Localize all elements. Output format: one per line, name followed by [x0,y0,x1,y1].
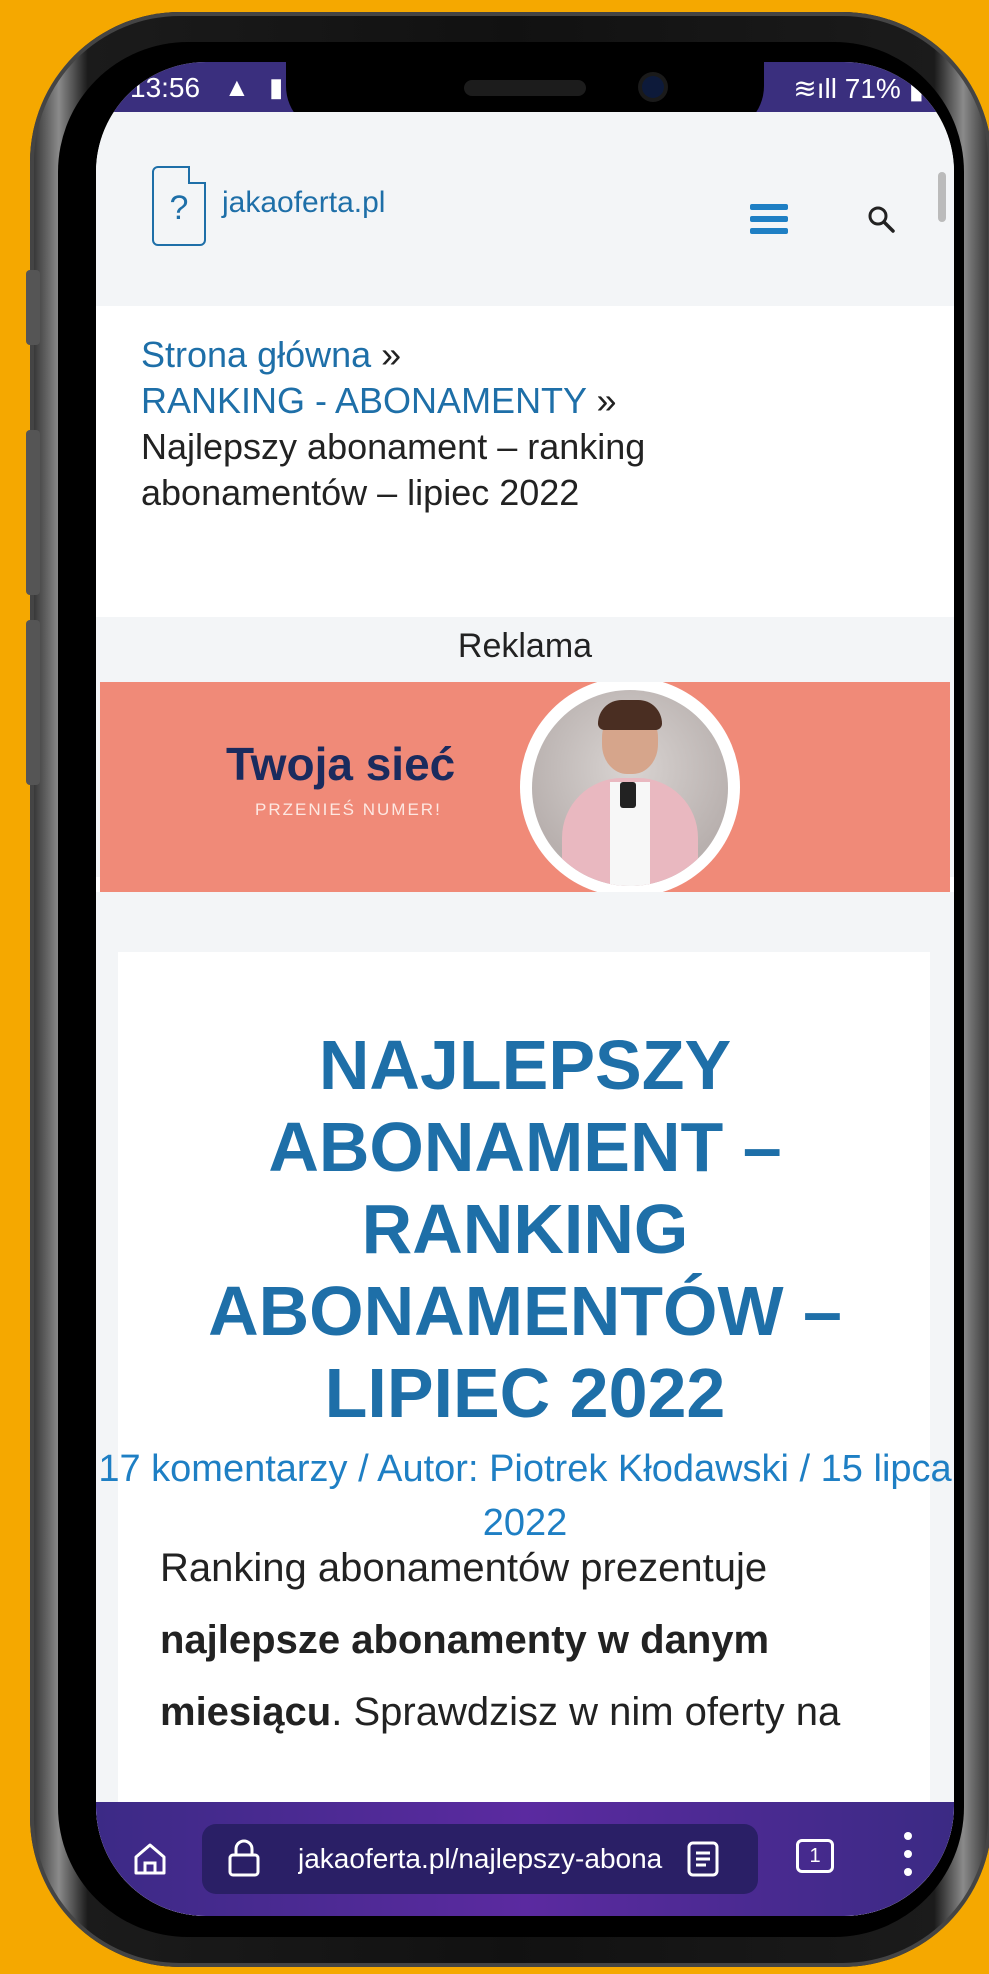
status-battery: ≋ıll 71% ▮ [793,72,924,105]
ad-banner[interactable]: Twoja sieć PRZENIEŚ NUMER! [100,682,950,892]
url-text: jakaoferta.pl/najlepszy-abona [298,1843,663,1874]
ad-title: Twoja sieć [226,738,456,790]
hamburger-menu-icon[interactable] [750,204,788,234]
tabs-button[interactable]: 1 [796,1839,834,1873]
reader-mode-icon[interactable] [686,1840,720,1878]
phone-volume-down [26,620,40,785]
article-title: NAJLEPSZY ABONAMENT – RANKING ABONAMENTÓ… [208,1026,842,1432]
article-body: Ranking abonamentów prezentuje najlepsze… [160,1546,841,1734]
author-link[interactable]: Autor: Piotrek Kłodawski [377,1448,789,1490]
breadcrumb-current: Najlepszy abonament – ranking abonamentó… [141,426,646,513]
comments-link[interactable]: 17 komentarzy [98,1448,347,1490]
scrollbar[interactable] [938,172,946,222]
phone-screen: 13:56 ▲ ▮ ≋ıll 71% ▮ ? jakaoferta.pl Str… [96,62,954,1916]
phone-volume-up [26,430,40,595]
browser-toolbar: jakaoferta.pl/najlepszy-abona 1 [96,1802,954,1916]
phone-side-button [26,270,40,345]
notification-icons: ▲ ▮ [224,72,290,102]
status-time: 13:56 [130,72,201,103]
breadcrumb-separator: » [381,334,402,375]
address-bar[interactable]: jakaoferta.pl/najlepszy-abona [202,1824,758,1894]
breadcrumb-home-link[interactable]: Strona główna [141,334,371,375]
ad-label: Reklama [457,627,593,665]
search-icon[interactable] [866,204,896,234]
ad-person-photo [532,690,728,886]
site-logo-text[interactable]: jakaoferta.pl [222,186,385,220]
home-icon[interactable] [132,1840,168,1876]
front-camera [642,76,664,98]
site-logo-icon[interactable]: ? [152,166,206,246]
speaker-grille [464,80,586,96]
ad-subtitle: PRZENIEŚ NUMER! [255,800,442,819]
wifi-signal-icon: ≋ıll [793,73,845,104]
battery-icon: ▮ [900,73,924,104]
lock-icon [228,1839,260,1877]
breadcrumb-separator: » [596,380,617,421]
breadcrumb-category-link[interactable]: RANKING - ABONAMENTY [141,380,586,421]
more-options-icon[interactable] [904,1832,914,1884]
breadcrumb: Strona główna » RANKING - ABONAMENTY » N… [141,332,881,516]
battery-level: 71% [844,73,901,104]
